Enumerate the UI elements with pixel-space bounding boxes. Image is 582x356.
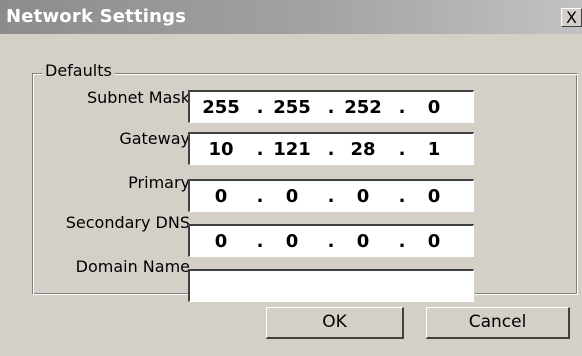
octet-separator: . <box>398 231 406 252</box>
secondary-dns-octet-1[interactable]: 0 <box>198 231 244 252</box>
octet-separator: . <box>256 139 264 160</box>
ok-button[interactable]: OK <box>266 307 404 339</box>
secondary-dns-octet-2[interactable]: 0 <box>269 231 315 252</box>
gateway-input[interactable]: 10 . 121 . 28 . 1 <box>188 132 474 165</box>
gateway-octet-4[interactable]: 1 <box>411 139 457 160</box>
primary-label: Primary <box>128 173 190 192</box>
gateway-label: Gateway <box>119 129 190 148</box>
subnet-mask-octet-3[interactable]: 252 <box>340 97 386 118</box>
domain-name-label: Domain Name <box>75 257 190 276</box>
primary-input[interactable]: 0 . 0 . 0 . 0 <box>188 179 474 212</box>
gateway-octet-2[interactable]: 121 <box>269 139 315 160</box>
octet-separator: . <box>398 139 406 160</box>
octet-separator: . <box>327 186 335 207</box>
secondary-dns-input[interactable]: 0 . 0 . 0 . 0 <box>188 224 474 257</box>
primary-octet-2[interactable]: 0 <box>269 186 315 207</box>
octet-separator: . <box>398 97 406 118</box>
secondary-dns-octet-3[interactable]: 0 <box>340 231 386 252</box>
octet-separator: . <box>327 97 335 118</box>
subnet-mask-octet-4[interactable]: 0 <box>411 97 457 118</box>
primary-octet-1[interactable]: 0 <box>198 186 244 207</box>
secondary-dns-octet-4[interactable]: 0 <box>411 231 457 252</box>
close-icon: X <box>566 8 577 27</box>
title-bar[interactable]: Network Settings X <box>0 0 582 34</box>
domain-name-input[interactable] <box>188 269 474 302</box>
octet-separator: . <box>398 186 406 207</box>
octet-separator: . <box>256 97 264 118</box>
defaults-legend: Defaults <box>42 61 115 80</box>
octet-separator: . <box>327 231 335 252</box>
window-title: Network Settings <box>6 6 187 27</box>
cancel-button[interactable]: Cancel <box>426 307 570 339</box>
octet-separator: . <box>256 186 264 207</box>
subnet-mask-input[interactable]: 255 . 255 . 252 . 0 <box>188 90 474 123</box>
gateway-octet-3[interactable]: 28 <box>340 139 386 160</box>
network-settings-dialog: Network Settings X Defaults Subnet Mask … <box>0 0 582 356</box>
secondary-dns-label: Secondary DNS <box>65 213 190 232</box>
primary-octet-3[interactable]: 0 <box>340 186 386 207</box>
octet-separator: . <box>327 139 335 160</box>
subnet-mask-octet-1[interactable]: 255 <box>198 97 244 118</box>
close-button[interactable]: X <box>561 8 582 27</box>
subnet-mask-octet-2[interactable]: 255 <box>269 97 315 118</box>
subnet-mask-label: Subnet Mask <box>86 88 190 107</box>
primary-octet-4[interactable]: 0 <box>411 186 457 207</box>
octet-separator: . <box>256 231 264 252</box>
gateway-octet-1[interactable]: 10 <box>198 139 244 160</box>
